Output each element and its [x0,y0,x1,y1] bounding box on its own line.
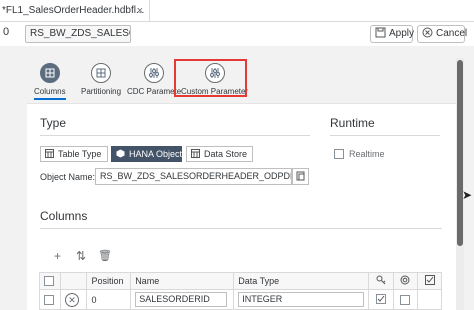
apply-label: Apply [389,28,415,39]
editor-window: *FL1_SalesOrderHeader.hdbfl... × 0 RS_BW… [0,0,474,310]
runtime-heading: Runtime [330,116,375,130]
table-header-row: Position Name Data Type [38,272,442,290]
row-globe-checkbox[interactable] [400,294,411,305]
tab-columns[interactable]: Columns [34,63,66,100]
columns-heading: Columns [40,209,88,223]
apply-button[interactable]: Apply [370,25,415,43]
key-header [368,272,394,290]
cube-icon [116,149,125,158]
select-all-checkbox[interactable] [44,276,54,287]
partition-icon [91,63,112,83]
realtime-checkbox[interactable] [334,149,344,159]
action-header [60,272,88,290]
table-row[interactable]: ✕ 0 SALESORDERID INTEGER [38,289,442,310]
object-name-field[interactable]: RS_BW_ZDS_SALESORDERHEADER_ODPDEMO [95,168,292,185]
object-name-label: Object Name: [40,172,96,182]
delete-icon[interactable]: 🗑 [98,249,112,262]
type-heading: Type [40,116,67,130]
select-all-header[interactable] [38,272,62,290]
checkbox-checked-icon[interactable] [375,293,386,304]
copy-button[interactable] [292,168,309,185]
type-option-hana-object-label: HANA Object [129,149,183,159]
cancel-icon [422,27,433,38]
check-icon [424,275,435,285]
toolbar: 0 RS_BW_ZDS_SALESORD Apply Cancel [0,22,474,46]
highlight-box [174,59,247,97]
row-number: 0 [3,26,10,38]
globe-cell[interactable] [392,289,419,310]
check-cell [417,289,442,310]
columns-table: Position Name Data Type ✕ 0 SALESORDERID [38,272,442,310]
add-icon[interactable]: + [54,249,61,263]
data-type-cell: INTEGER [233,289,370,310]
name-header: Name [130,272,235,290]
column-name-field[interactable]: SALESORDERID [135,292,228,307]
columns-divider [40,228,442,229]
scrollbar-thumb[interactable] [457,60,463,246]
tab-columns-label: Columns [34,87,66,100]
check-header [417,272,442,290]
type-option-data-store[interactable]: Data Store [186,146,253,162]
close-icon[interactable]: × [137,0,143,22]
tab-partitioning[interactable]: Partitioning [81,63,121,96]
row-select-cell[interactable] [38,289,62,310]
tab-partitioning-label: Partitioning [81,87,122,96]
realtime-label: Realtime [349,149,385,159]
grid-icon [39,63,60,83]
globe-header [392,272,419,290]
save-icon [375,27,386,38]
sort-icon[interactable]: ⇅ [76,249,86,263]
cancel-button[interactable]: Cancel [417,25,468,43]
data-type-field[interactable]: INTEGER [238,292,365,307]
position-header: Position [86,272,132,290]
name-cell: SALESORDERID [130,289,235,310]
mouse-cursor-icon: ➤ [462,188,473,202]
position-cell: 0 [86,289,132,310]
key-cell[interactable] [368,289,394,310]
runtime-divider [330,135,440,136]
table-icon [45,149,54,158]
editor-tab-title: *FL1_SalesOrderHeader.hdbfl... [2,5,145,16]
sliders-icon [144,63,165,83]
table-icon [191,149,200,158]
globe-icon [400,275,410,285]
data-type-header: Data Type [233,272,370,290]
copy-icon [296,171,305,181]
type-option-table-type-label: Table Type [58,149,102,159]
type-option-data-store-label: Data Store [204,149,248,159]
editor-tab-bar: *FL1_SalesOrderHeader.hdbfl... × [0,0,474,22]
type-option-hana-object[interactable]: HANA Object [111,146,182,162]
row-delete-cell[interactable]: ✕ [60,289,88,310]
row-checkbox[interactable] [44,294,54,305]
cancel-label: Cancel [436,28,468,39]
editor-tab[interactable]: *FL1_SalesOrderHeader.hdbfl... × [0,0,150,22]
key-icon [376,275,386,285]
remove-icon[interactable]: ✕ [65,292,80,307]
type-divider [40,135,310,136]
type-option-table-type[interactable]: Table Type [40,146,108,162]
node-name-field[interactable]: RS_BW_ZDS_SALESORD [25,25,131,43]
